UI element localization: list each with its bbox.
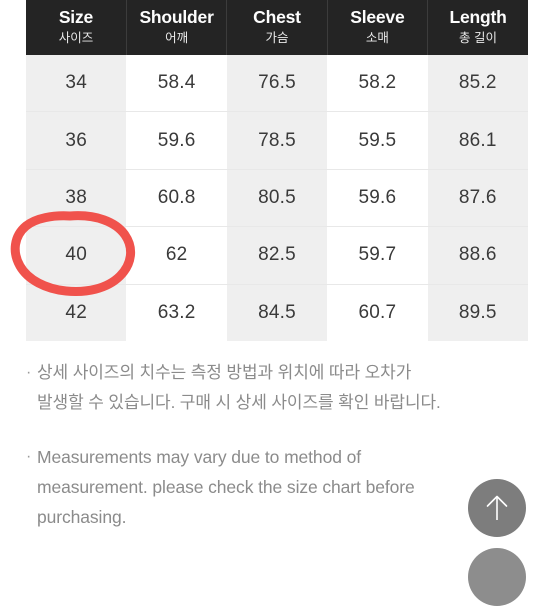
note-line: measurement. please check the size chart… — [37, 477, 415, 497]
column-header-sleeve-en: Sleeve — [350, 6, 405, 27]
cell-size: 36 — [26, 111, 127, 170]
column-header-length-en: Length — [449, 6, 507, 27]
cell-size: 40 — [26, 226, 127, 285]
cell-sleeve: 59.7 — [327, 226, 428, 285]
cell-chest: 76.5 — [226, 55, 328, 113]
column-header-length: Length 총 길이 — [427, 0, 528, 55]
note-line: 상세 사이즈의 치수는 측정 방법과 위치에 따라 오차가 — [37, 363, 412, 382]
column-header-chest-en: Chest — [253, 6, 301, 27]
size-chart-table-container: Size 사이즈 Shoulder 어깨 Chest 가슴 Sleeve 소매 — [26, 0, 528, 341]
cell-size: 42 — [26, 284, 127, 341]
column-header-length-ko: 총 길이 — [459, 30, 498, 45]
column-header-shoulder-ko: 어깨 — [165, 30, 189, 45]
note-line: Measurements may vary due to method of — [37, 447, 361, 467]
cell-sleeve: 58.2 — [327, 55, 428, 113]
cell-length: 88.6 — [427, 226, 528, 285]
table-header-row: Size 사이즈 Shoulder 어깨 Chest 가슴 Sleeve 소매 — [26, 0, 528, 55]
cell-length: 89.5 — [427, 284, 528, 341]
column-header-chest: Chest 가슴 — [226, 0, 328, 55]
cell-shoulder: 63.2 — [126, 284, 227, 341]
table-row: 42 63.2 84.5 60.7 89.5 — [26, 284, 528, 341]
secondary-floating-button[interactable] — [468, 548, 526, 606]
note-line: purchasing. — [37, 507, 127, 527]
cell-chest: 82.5 — [226, 226, 328, 285]
column-header-sleeve: Sleeve 소매 — [327, 0, 429, 55]
column-header-shoulder: Shoulder 어깨 — [126, 0, 228, 55]
bullet-icon: · — [26, 364, 32, 381]
note-korean: · 상세 사이즈의 치수는 측정 방법과 위치에 따라 오차가 발생할 수 있습… — [26, 358, 531, 418]
note-english: · Measurements may vary due to method of… — [26, 442, 531, 532]
column-header-size: Size 사이즈 — [26, 0, 127, 55]
column-header-sleeve-ko: 소매 — [365, 30, 389, 45]
cell-chest: 84.5 — [226, 284, 328, 341]
cell-shoulder: 58.4 — [126, 55, 227, 113]
table-row: 36 59.6 78.5 59.5 86.1 — [26, 111, 528, 170]
table-row: 34 58.4 76.5 58.2 85.2 — [26, 55, 528, 113]
cell-sleeve: 60.7 — [327, 284, 428, 341]
notes-section: · 상세 사이즈의 치수는 측정 방법과 위치에 따라 오차가 발생할 수 있습… — [26, 358, 531, 556]
cell-shoulder: 62 — [126, 226, 227, 285]
cell-length: 87.6 — [427, 169, 528, 228]
column-header-size-ko: 사이즈 — [58, 30, 94, 45]
bullet-icon: · — [26, 448, 32, 465]
cell-size: 34 — [26, 55, 127, 113]
cell-length: 86.1 — [427, 111, 528, 170]
column-header-size-en: Size — [58, 6, 94, 27]
table-header: Size 사이즈 Shoulder 어깨 Chest 가슴 Sleeve 소매 — [26, 0, 528, 55]
cell-chest: 80.5 — [226, 169, 328, 228]
cell-shoulder: 60.8 — [126, 169, 227, 228]
table-body: 34 58.4 76.5 58.2 85.2 36 59.6 78.5 59.5… — [26, 55, 528, 341]
cell-length: 85.2 — [427, 55, 528, 113]
table-row-highlighted: 40 62 82.5 59.7 88.6 — [26, 226, 528, 285]
note-english-body: Measurements may vary due to method of m… — [37, 442, 531, 532]
scroll-to-top-button[interactable] — [468, 479, 526, 537]
size-chart-table: Size 사이즈 Shoulder 어깨 Chest 가슴 Sleeve 소매 — [26, 0, 528, 341]
column-header-shoulder-en: Shoulder — [139, 6, 214, 27]
cell-shoulder: 59.6 — [126, 111, 227, 170]
cell-chest: 78.5 — [226, 111, 328, 170]
column-header-chest-ko: 가슴 — [265, 30, 289, 45]
arrow-up-icon — [486, 495, 508, 520]
note-line: 발생할 수 있습니다. 구매 시 상세 사이즈를 확인 바랍니다. — [37, 393, 441, 412]
cell-sleeve: 59.5 — [327, 111, 428, 170]
size-chart-page: Size 사이즈 Shoulder 어깨 Chest 가슴 Sleeve 소매 — [0, 0, 554, 606]
cell-size: 38 — [26, 169, 127, 228]
note-korean-body: 상세 사이즈의 치수는 측정 방법과 위치에 따라 오차가 발생할 수 있습니다… — [37, 358, 531, 418]
table-row: 38 60.8 80.5 59.6 87.6 — [26, 169, 528, 228]
cell-sleeve: 59.6 — [327, 169, 428, 228]
